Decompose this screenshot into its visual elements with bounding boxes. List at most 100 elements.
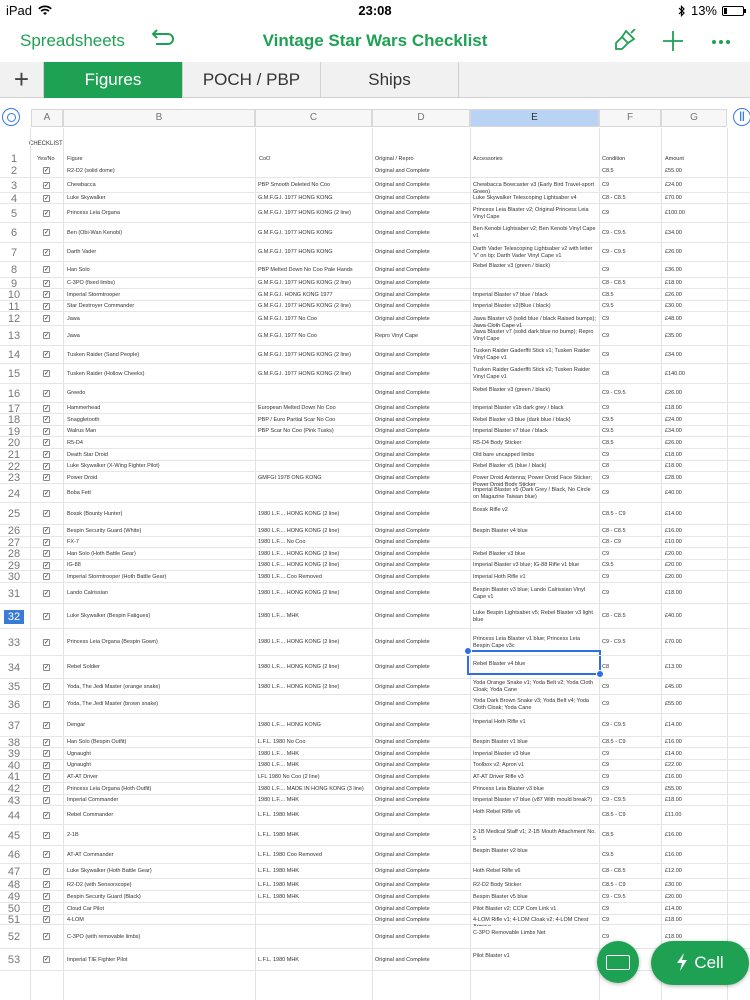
coo-cell[interactable]: 1980 L.F.... HONG KONG (2 line): [258, 511, 370, 518]
figure-cell[interactable]: Han Solo (Hoth Battle Gear): [67, 551, 252, 558]
cell-button[interactable]: Cell: [651, 941, 749, 985]
yes-no-checkbox[interactable]: ✓: [43, 638, 50, 646]
accessories-cell[interactable]: Rebel Blaster v3 blue: [473, 551, 597, 558]
coo-cell[interactable]: G.M.F.G.I. 1977 HONG KONG (2 line): [258, 352, 370, 359]
yes-no-checkbox[interactable]: ✓: [43, 538, 50, 546]
accessories-cell[interactable]: Bespin Blaster v2 blue: [473, 848, 597, 855]
condition-cell[interactable]: C9 - C9.5: [602, 230, 659, 237]
figure-cell[interactable]: Walrus Man: [67, 428, 252, 435]
accessories-cell[interactable]: Bespin Blaster v5 blue: [473, 894, 597, 901]
condition-cell[interactable]: C9: [602, 333, 659, 340]
yes-no-checkbox[interactable]: ✓: [43, 721, 50, 729]
condition-cell[interactable]: C9: [602, 786, 659, 793]
row-number[interactable]: 52: [4, 930, 24, 944]
figure-cell[interactable]: Greedo: [67, 390, 252, 397]
figure-cell[interactable]: Dengar: [67, 722, 252, 729]
condition-cell[interactable]: C9.5: [602, 417, 659, 424]
condition-cell[interactable]: C8: [602, 463, 659, 470]
figure-cell[interactable]: Jawa: [67, 333, 252, 340]
accessories-cell[interactable]: Bossk Rifle v2: [473, 507, 597, 514]
coo-cell[interactable]: 1980 L.F.... No Coo: [258, 539, 370, 546]
accessories-cell[interactable]: R2-D2 Body Sticker: [473, 882, 597, 889]
pause-icon[interactable]: ||: [733, 108, 750, 126]
condition-cell[interactable]: C9: [602, 267, 659, 274]
coo-cell[interactable]: L.F.L. 1980 MHK: [258, 812, 370, 819]
original-repro-cell[interactable]: Original and Complete: [375, 303, 468, 310]
yes-no-checkbox[interactable]: ✓: [43, 351, 50, 358]
figure-cell[interactable]: AT-AT Driver: [67, 774, 252, 781]
condition-cell[interactable]: C8.5 - C9: [602, 511, 659, 518]
condition-cell[interactable]: C9: [602, 917, 659, 924]
accessories-cell[interactable]: Power Droid Antenna; Power Droid Face St…: [473, 475, 597, 486]
amount-cell[interactable]: £18.00: [665, 934, 725, 941]
condition-cell[interactable]: C9.5: [602, 562, 659, 569]
accessories-cell[interactable]: Bespin Blaster v4 blue: [473, 528, 597, 535]
accessories-cell[interactable]: Luke Skywalker Telescoping Lightsaber v4: [473, 195, 597, 202]
amount-cell[interactable]: £48.00: [665, 316, 725, 323]
condition-cell[interactable]: C9: [602, 551, 659, 558]
yes-no-checkbox[interactable]: ✓: [43, 831, 50, 839]
amount-cell[interactable]: £26.00: [665, 440, 725, 447]
figure-cell[interactable]: Rebel Commander: [67, 812, 252, 819]
coo-cell[interactable]: L.F.L. 1980 MHK: [258, 882, 370, 889]
coo-cell[interactable]: G.M.F.G.I. 1977 HONG KONG: [258, 195, 370, 202]
amount-cell[interactable]: £34.00: [665, 352, 725, 359]
row-number[interactable]: 47: [4, 865, 24, 879]
amount-cell[interactable]: £12.00: [665, 868, 725, 875]
figure-cell[interactable]: Luke Skywalker (X-Wing Fighter Pilot): [67, 463, 252, 470]
amount-cell[interactable]: £36.00: [665, 267, 725, 274]
amount-cell[interactable]: £18.00: [665, 590, 725, 597]
yes-no-checkbox[interactable]: ✓: [43, 474, 50, 481]
original-repro-cell[interactable]: Original and Complete: [375, 739, 468, 746]
figure-cell[interactable]: IG-88: [67, 562, 252, 569]
original-repro-cell[interactable]: Original and Complete: [375, 812, 468, 819]
select-all-icon[interactable]: [2, 108, 20, 126]
accessories-cell[interactable]: Bespin Blaster v3 blue; Lando Calrissian…: [473, 587, 597, 601]
original-repro-cell[interactable]: Original and Complete: [375, 292, 468, 299]
figure-cell[interactable]: R5-D4: [67, 440, 252, 447]
accessories-cell[interactable]: Imperial Blaster v7 blue / black: [473, 292, 597, 299]
yes-no-checkbox[interactable]: ✓: [43, 416, 50, 423]
amount-cell[interactable]: £18.00: [665, 917, 725, 924]
amount-cell[interactable]: £18.00: [665, 280, 725, 287]
yes-no-checkbox[interactable]: ✓: [43, 527, 50, 534]
condition-cell[interactable]: C8.5 - C9: [602, 882, 659, 889]
original-repro-cell[interactable]: Original and Complete: [375, 868, 468, 875]
yes-no-checkbox[interactable]: ✓: [43, 462, 50, 470]
accessories-cell[interactable]: Imperial Blaster v2(Blue / black): [473, 303, 597, 310]
row-number[interactable]: 15: [4, 367, 24, 381]
figure-cell[interactable]: C-3PO (with removable limbs): [67, 934, 252, 941]
amount-cell[interactable]: £70.00: [665, 639, 725, 646]
original-repro-cell[interactable]: Original and Complete: [375, 751, 468, 758]
row-number[interactable]: 24: [4, 487, 24, 501]
original-repro-cell[interactable]: Original and Complete: [375, 417, 468, 424]
original-repro-cell[interactable]: Original and Complete: [375, 797, 468, 804]
row-number[interactable]: 37: [4, 719, 24, 733]
accessories-cell[interactable]: Bespin Blaster v1 blue: [473, 739, 597, 746]
amount-cell[interactable]: £30.00: [665, 303, 725, 310]
condition-cell[interactable]: C8.5 - C9: [602, 739, 659, 746]
figure-cell[interactable]: Darth Vader: [67, 249, 252, 256]
accessories-cell[interactable]: Imperial Blaster v5 (Dark Grey / Black, …: [473, 487, 597, 501]
selection-handle-bottom[interactable]: [596, 670, 604, 678]
yes-no-checkbox[interactable]: ✓: [43, 811, 50, 819]
condition-cell[interactable]: C8: [602, 664, 659, 671]
yes-no-checkbox[interactable]: ✓: [43, 167, 50, 174]
coo-cell[interactable]: 1980 L.F.... MHK: [258, 613, 370, 620]
amount-cell[interactable]: £34.00: [665, 230, 725, 237]
yes-no-checkbox[interactable]: ✓: [43, 181, 50, 189]
tab-ships[interactable]: Ships: [321, 62, 459, 98]
condition-cell[interactable]: C9: [602, 405, 659, 412]
condition-cell[interactable]: C9: [602, 934, 659, 941]
condition-cell[interactable]: C8 - C9: [602, 539, 659, 546]
add-sheet-button[interactable]: +: [0, 62, 44, 98]
figure-cell[interactable]: 2-1B: [67, 832, 252, 839]
yes-no-checkbox[interactable]: ✓: [43, 315, 50, 322]
accessories-cell[interactable]: Princess Leia Blaster v3 blue: [473, 786, 597, 793]
figure-cell[interactable]: Power Droid: [67, 475, 252, 482]
figure-cell[interactable]: Chewbacca: [67, 182, 252, 189]
original-repro-cell[interactable]: Original and Complete: [375, 267, 468, 274]
coo-cell[interactable]: G.M.F.G.I. 1977 HONG KONG (2 line): [258, 210, 370, 217]
yes-no-checkbox[interactable]: ✓: [43, 561, 50, 569]
coo-cell[interactable]: L.F.L. 1980 No Coo: [258, 739, 370, 746]
